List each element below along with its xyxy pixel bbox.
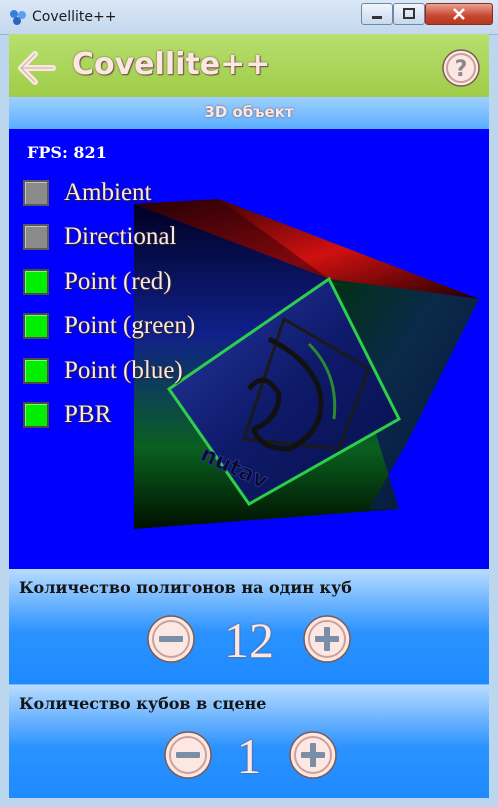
light-toggle-point-blue[interactable]: Point (blue) xyxy=(23,355,183,387)
cubes-label: Количество кубов в сцене xyxy=(19,694,267,713)
polygons-value: 12 xyxy=(224,612,274,668)
ambient-checkbox[interactable] xyxy=(23,180,49,206)
window-titlebar: Covellite++ xyxy=(0,0,498,35)
light-label: Point (red) xyxy=(64,268,172,295)
light-label: Point (blue) xyxy=(64,357,183,384)
maximize-icon xyxy=(403,8,415,19)
directional-checkbox[interactable] xyxy=(23,224,49,250)
svg-text:?: ? xyxy=(455,57,468,82)
pbr-checkbox[interactable] xyxy=(23,402,49,428)
light-toggle-point-red[interactable]: Point (red) xyxy=(23,266,172,298)
screen-title: 3D объект xyxy=(204,103,294,121)
plus-circle-icon[interactable] xyxy=(289,731,337,779)
arrow-left-icon[interactable] xyxy=(17,48,57,88)
fps-counter: FPS: 821 xyxy=(27,143,107,162)
light-label: Directional xyxy=(64,223,177,250)
point-green-checkbox[interactable] xyxy=(23,313,49,339)
cubes-value: 1 xyxy=(236,728,262,784)
minimize-icon xyxy=(372,16,382,19)
light-label: Ambient xyxy=(64,179,152,206)
close-button[interactable] xyxy=(425,3,493,25)
point-red-checkbox[interactable] xyxy=(23,269,49,295)
plus-circle-icon[interactable] xyxy=(303,615,351,663)
app-frame: Covellite++ ? 3D объект nutav FPS: 821 A… xyxy=(9,34,489,798)
point-blue-checkbox[interactable] xyxy=(23,358,49,384)
maximize-button[interactable] xyxy=(393,3,425,25)
app-logo-icon xyxy=(10,10,26,25)
light-label: Point (green) xyxy=(64,312,196,339)
screen-title-bar: 3D объект xyxy=(9,97,489,129)
light-toggle-point-green[interactable]: Point (green) xyxy=(23,310,195,342)
light-toggle-pbr[interactable]: PBR xyxy=(23,399,111,431)
minus-circle-icon[interactable] xyxy=(147,615,195,663)
app-title: Covellite++ xyxy=(72,47,271,82)
light-toggle-ambient[interactable]: Ambient xyxy=(23,177,152,209)
polygons-panel: Количество полигонов на один куб 12 xyxy=(9,569,489,684)
cubes-panel: Количество кубов в сцене 1 xyxy=(9,684,489,798)
minimize-button[interactable] xyxy=(361,3,393,25)
render-viewport[interactable]: nutav FPS: 821 Ambient Directional Point… xyxy=(9,129,489,569)
question-circle-icon[interactable]: ? xyxy=(441,48,481,88)
app-header: Covellite++ ? xyxy=(9,34,489,97)
close-icon xyxy=(453,8,465,20)
light-label: PBR xyxy=(64,401,112,428)
polygons-label: Количество полигонов на один куб xyxy=(19,578,352,597)
minus-circle-icon[interactable] xyxy=(164,731,212,779)
light-toggle-directional[interactable]: Directional xyxy=(23,221,176,253)
window-title: Covellite++ xyxy=(32,9,117,25)
